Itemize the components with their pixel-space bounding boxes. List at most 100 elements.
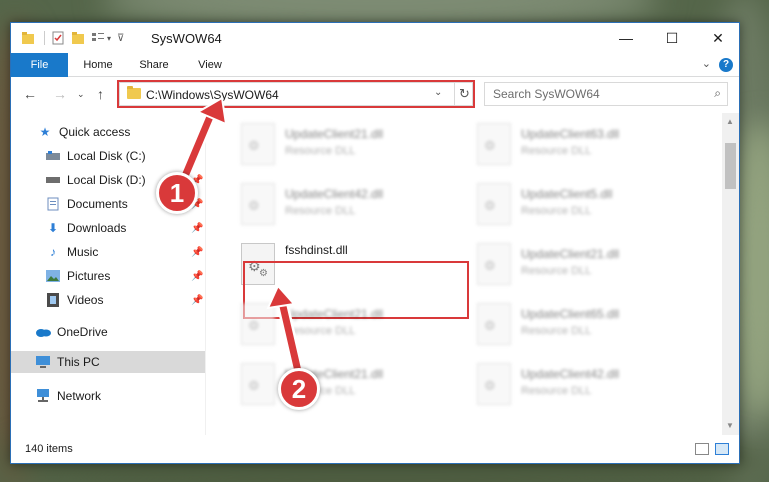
pin-icon[interactable]: 📌: [191, 271, 203, 282]
file-type: Resource DLL: [285, 325, 356, 337]
sidebar-item-network[interactable]: Network: [35, 385, 101, 407]
file-name: UpdateClient42.dll: [521, 367, 620, 381]
file-type: Resource DLL: [285, 205, 356, 217]
file-item[interactable]: ⚙ UpdateClient65.dll Resource DLL: [469, 295, 699, 353]
file-name: UpdateClient21.dll: [285, 127, 384, 141]
details-view-icon[interactable]: [695, 443, 709, 455]
recent-locations-icon[interactable]: ⌄: [77, 89, 85, 100]
file-explorer-window: ▾ ⊽ SysWOW64 — ☐ ✕ File Home Share View …: [10, 22, 740, 464]
picture-icon: [45, 268, 61, 284]
item-count: 140 items: [25, 443, 73, 455]
step-badge-1: 1: [156, 172, 198, 214]
address-highlight-box: [117, 80, 475, 108]
sidebar-item-quick-access[interactable]: ★ Quick access: [37, 121, 131, 143]
navigation-bar: ← → ⌄ ↑ C:\Windows\SysWOW64 ⌄ ↻ ⌕: [11, 78, 739, 112]
step-badge-2: 2: [278, 368, 320, 410]
computer-icon: [35, 354, 51, 370]
file-name: UpdateClient65.dll: [521, 307, 620, 321]
file-item[interactable]: ⚙ UpdateClient21.dll Resource DLL: [233, 295, 463, 353]
help-button[interactable]: ?: [719, 58, 733, 72]
network-icon: [35, 388, 51, 404]
folder-icon[interactable]: [21, 31, 35, 45]
file-name: UpdateClient42.dll: [285, 187, 384, 201]
cloud-icon: [35, 324, 51, 340]
dll-file-icon: ⚙: [241, 183, 275, 225]
sidebar-item-label: Videos: [67, 293, 104, 307]
close-button[interactable]: ✕: [695, 23, 741, 53]
tab-share[interactable]: Share: [129, 53, 179, 77]
music-icon: ♪: [50, 245, 56, 259]
sidebar-item-label: Network: [57, 389, 102, 403]
maximize-button[interactable]: ☐: [649, 23, 695, 53]
drive-icon: [45, 172, 61, 188]
file-type: Resource DLL: [521, 265, 592, 277]
forward-arrow-icon[interactable]: →: [53, 86, 67, 102]
file-name: UpdateClient21.dll: [521, 247, 620, 261]
file-item[interactable]: ⚙ UpdateClient42.dll Resource DLL: [233, 175, 463, 233]
video-icon: [45, 292, 61, 308]
new-folder-icon[interactable]: [71, 31, 85, 45]
search-box[interactable]: ⌕: [484, 82, 728, 106]
minimize-button[interactable]: —: [603, 23, 649, 53]
up-arrow-icon[interactable]: ↑: [97, 86, 104, 102]
status-bar: 140 items: [11, 437, 739, 463]
search-icon[interactable]: ⌕: [714, 86, 721, 101]
sidebar-item-music[interactable]: ♪ Music: [45, 241, 98, 263]
dll-file-icon: ⚙: [477, 243, 511, 285]
properties-icon[interactable]: [51, 31, 65, 45]
sidebar-item-label: This PC: [57, 355, 100, 369]
sidebar-item-label: Music: [67, 245, 99, 259]
scroll-up-icon[interactable]: ▲: [726, 117, 734, 126]
sidebar-item-local-disk-c[interactable]: Local Disk (C:): [45, 145, 146, 167]
sidebar-item-label: Quick access: [59, 125, 131, 139]
vertical-scrollbar[interactable]: ▲ ▼: [722, 113, 739, 435]
expand-ribbon-icon[interactable]: ⌄: [702, 57, 711, 70]
tab-view[interactable]: View: [185, 53, 235, 77]
sidebar-item-label: Downloads: [67, 221, 127, 235]
file-item[interactable]: ⚙ UpdateClient21.dll Resource DLL: [233, 355, 463, 413]
sidebar-item-downloads[interactable]: ⬇ Downloads: [45, 217, 126, 239]
pin-icon[interactable]: 📌: [191, 247, 203, 258]
scrollbar-thumb[interactable]: [725, 143, 736, 189]
file-name: UpdateClient21.dll: [285, 307, 384, 321]
document-icon: [45, 196, 61, 212]
file-name: UpdateClient63.dll: [521, 127, 620, 141]
pin-icon[interactable]: 📌: [191, 295, 203, 306]
file-item[interactable]: ⚙ UpdateClient21.dll Resource DLL: [233, 115, 463, 173]
search-input[interactable]: [493, 86, 703, 102]
scroll-down-icon[interactable]: ▼: [726, 421, 734, 430]
large-icons-view-icon[interactable]: [715, 443, 729, 455]
file-item[interactable]: ⚙ UpdateClient42.dll Resource DLL: [469, 355, 699, 413]
file-item[interactable]: ⚙ UpdateClient63.dll Resource DLL: [469, 115, 699, 173]
sidebar-item-this-pc[interactable]: This PC: [11, 351, 205, 373]
dll-file-icon: ⚙: [241, 363, 275, 405]
sidebar-item-label: Pictures: [67, 269, 111, 283]
sidebar-item-documents[interactable]: Documents: [45, 193, 128, 215]
sidebar-item-pictures[interactable]: Pictures: [45, 265, 110, 287]
sidebar-item-videos[interactable]: Videos: [45, 289, 103, 311]
back-arrow-icon[interactable]: ←: [23, 86, 37, 102]
sidebar-item-onedrive[interactable]: OneDrive: [35, 321, 108, 343]
file-type: Resource DLL: [285, 145, 356, 157]
dll-file-icon: ⚙: [477, 303, 511, 345]
file-item[interactable]: ⚙ UpdateClient21.dll Resource DLL: [469, 235, 699, 293]
star-icon: ★: [39, 125, 51, 139]
sidebar-item-label: OneDrive: [57, 325, 108, 339]
tab-file[interactable]: File: [11, 53, 68, 77]
download-icon: ⬇: [47, 221, 59, 235]
view-options-icon[interactable]: [91, 31, 105, 45]
file-name: fsshdinst.dll: [285, 243, 348, 257]
navigation-pane: ★ Quick access Local Disk (C:) Local Dis…: [11, 113, 206, 435]
file-type: Resource DLL: [521, 205, 592, 217]
sidebar-item-label: Documents: [67, 197, 128, 211]
sidebar-item-local-disk-d[interactable]: Local Disk (D:): [45, 169, 146, 191]
file-type: Resource DLL: [521, 385, 592, 397]
sidebar-item-label: Local Disk (C:): [67, 149, 146, 163]
customize-toolbar-icon[interactable]: ⊽: [117, 33, 124, 44]
chevron-down-icon[interactable]: ▾: [107, 34, 111, 43]
file-item[interactable]: ⚙ UpdateClient5.dll Resource DLL: [469, 175, 699, 233]
dll-file-icon: ⚙: [241, 123, 275, 165]
dll-file-icon: ⚙: [241, 303, 275, 345]
pin-icon[interactable]: 📌: [191, 223, 203, 234]
tab-home[interactable]: Home: [73, 53, 123, 77]
